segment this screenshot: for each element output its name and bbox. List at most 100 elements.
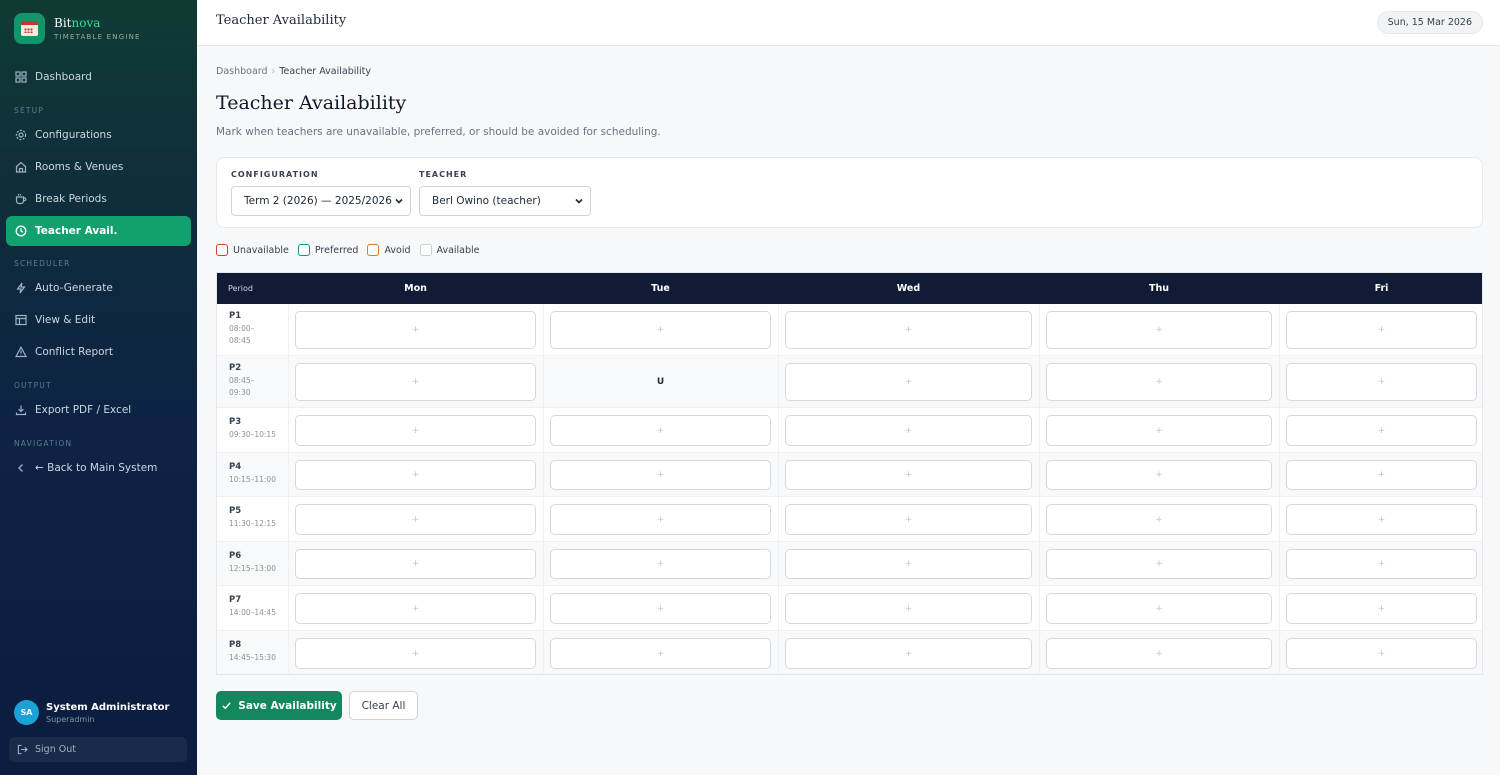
configuration-select[interactable]: Term 2 (2026) — 2025/2026 bbox=[231, 186, 411, 216]
period-time: 09:30–10:15 bbox=[229, 430, 276, 439]
availability-slot-wed-p2[interactable]: + bbox=[785, 363, 1032, 401]
lightning-icon bbox=[15, 282, 27, 294]
availability-slot-wed-p8[interactable]: + bbox=[785, 638, 1032, 669]
sidebar-item-label: Break Periods bbox=[35, 193, 107, 205]
availability-slot-fri-p3[interactable]: + bbox=[1286, 415, 1477, 446]
breadcrumb-link-dashboard[interactable]: Dashboard bbox=[216, 66, 268, 77]
section-label-setup: SETUP bbox=[14, 106, 45, 115]
availability-grid: Period Mon Tue Wed Thu Fri P1 08:00–08:45 + + + +… bbox=[216, 272, 1483, 675]
sidebar-item-back[interactable]: ← Back to Main System bbox=[6, 453, 191, 483]
availability-slot-thu-p3[interactable]: + bbox=[1046, 415, 1272, 446]
brand[interactable]: Bitnova TIMETABLE ENGINE bbox=[14, 13, 141, 44]
legend-swatch bbox=[367, 244, 380, 256]
availability-slot-mon-p5[interactable]: + bbox=[295, 504, 536, 535]
availability-slot-fri-p1[interactable]: + bbox=[1286, 311, 1477, 349]
sidebar-item-label: Teacher Avail. bbox=[35, 225, 118, 237]
sidebar-item-label: View & Edit bbox=[35, 314, 96, 326]
sidebar-item-breaks[interactable]: Break Periods bbox=[6, 184, 191, 214]
day-column-header: Wed bbox=[896, 283, 921, 294]
availability-slot-tue-p7[interactable]: + bbox=[550, 593, 771, 624]
logout-icon bbox=[17, 744, 28, 755]
availability-slot-thu-p8[interactable]: + bbox=[1046, 638, 1272, 669]
availability-slot-fri-p8[interactable]: + bbox=[1286, 638, 1477, 669]
period-column-header: Period bbox=[228, 284, 253, 293]
availability-slot-thu-p7[interactable]: + bbox=[1046, 593, 1272, 624]
availability-slot-mon-p6[interactable]: + bbox=[295, 549, 536, 579]
period-row: P2 08:45–09:30 + U + + + bbox=[217, 356, 1482, 408]
availability-slot-fri-p6[interactable]: + bbox=[1286, 549, 1477, 579]
sidebar-item-conflict-report[interactable]: Conflict Report bbox=[6, 337, 191, 367]
legend-label: Preferred bbox=[314, 244, 359, 256]
legend-label: Avoid bbox=[384, 244, 411, 256]
period-label: P6 12:15–13:00 bbox=[229, 551, 289, 575]
period-time: 10:15–11:00 bbox=[229, 475, 276, 484]
period-time: 14:45–15:30 bbox=[229, 653, 276, 662]
period-label: P1 08:00–08:45 bbox=[229, 311, 261, 347]
availability-slot-mon-p2[interactable]: + bbox=[295, 363, 536, 401]
legend-item: Available bbox=[419, 244, 480, 256]
availability-slot-tue-p3[interactable]: + bbox=[550, 415, 771, 446]
column-divider bbox=[543, 304, 544, 674]
period-label: P3 09:30–10:15 bbox=[229, 417, 289, 441]
legend-label: Available bbox=[436, 244, 480, 256]
day-column-header: Tue bbox=[651, 283, 670, 294]
chevron-left-icon bbox=[15, 462, 27, 474]
period-row: P1 08:00–08:45 + + + + + bbox=[217, 304, 1482, 356]
sidebar-item-configurations[interactable]: Configurations bbox=[6, 120, 191, 150]
sidebar-item-auto-generate[interactable]: Auto-Generate bbox=[6, 273, 191, 303]
availability-slot-wed-p7[interactable]: + bbox=[785, 593, 1032, 624]
period-name: P7 bbox=[229, 595, 242, 605]
availability-slot-mon-p8[interactable]: + bbox=[295, 638, 536, 669]
availability-slot-wed-p3[interactable]: + bbox=[785, 415, 1032, 446]
availability-slot-tue-p6[interactable]: + bbox=[550, 549, 771, 579]
availability-slot-mon-p1[interactable]: + bbox=[295, 311, 536, 349]
sidebar-item-teacher-availability[interactable]: Teacher Avail. bbox=[6, 216, 191, 246]
section-label-navigation: NAVIGATION bbox=[14, 439, 73, 448]
availability-slot-tue-p8[interactable]: + bbox=[550, 638, 771, 669]
period-name: P1 bbox=[229, 311, 242, 321]
period-time: 11:30–12:15 bbox=[229, 519, 276, 528]
clear-all-button[interactable]: Clear All bbox=[349, 691, 418, 720]
availability-slot-fri-p2[interactable]: + bbox=[1286, 363, 1477, 401]
day-column-header: Thu bbox=[1148, 283, 1169, 294]
availability-slot-tue-p5[interactable]: + bbox=[550, 504, 771, 535]
availability-slot-wed-p6[interactable]: + bbox=[785, 549, 1032, 579]
sidebar-item-export[interactable]: Export PDF / Excel bbox=[6, 395, 191, 425]
availability-slot-tue-p4[interactable]: + bbox=[550, 460, 771, 490]
availability-slot-thu-p5[interactable]: + bbox=[1046, 504, 1272, 535]
save-availability-button[interactable]: Save Availability bbox=[216, 691, 342, 720]
availability-slot-mon-p7[interactable]: + bbox=[295, 593, 536, 624]
gear-icon bbox=[15, 129, 27, 141]
availability-slot-wed-p5[interactable]: + bbox=[785, 504, 1032, 535]
availability-slot-fri-p4[interactable]: + bbox=[1286, 460, 1477, 490]
availability-slot-thu-p1[interactable]: + bbox=[1046, 311, 1272, 349]
section-label-scheduler: SCHEDULER bbox=[14, 259, 71, 268]
availability-slot-fri-p5[interactable]: + bbox=[1286, 504, 1477, 535]
availability-slot-wed-p4[interactable]: + bbox=[785, 460, 1032, 490]
availability-slot-wed-p1[interactable]: + bbox=[785, 311, 1032, 349]
home-icon bbox=[15, 161, 27, 173]
column-divider bbox=[1279, 304, 1280, 674]
sign-out-button[interactable]: Sign Out bbox=[9, 737, 187, 762]
column-divider bbox=[1039, 304, 1040, 674]
column-divider bbox=[778, 304, 779, 674]
availability-slot-mon-p3[interactable]: + bbox=[295, 415, 536, 446]
sidebar-item-view-edit[interactable]: View & Edit bbox=[6, 305, 191, 335]
availability-slot-thu-p2[interactable]: + bbox=[1046, 363, 1272, 401]
availability-slot-mon-p4[interactable]: + bbox=[295, 460, 536, 490]
sidebar-item-rooms[interactable]: Rooms & Venues bbox=[6, 152, 191, 182]
page-description: Mark when teachers are unavailable, pref… bbox=[216, 126, 661, 138]
availability-slot-thu-p6[interactable]: + bbox=[1046, 549, 1272, 579]
sign-out-label: Sign Out bbox=[35, 744, 76, 755]
teacher-value: Berl Owino (teacher) bbox=[432, 195, 541, 207]
section-label-output: OUTPUT bbox=[14, 381, 52, 390]
availability-slot-fri-p7[interactable]: + bbox=[1286, 593, 1477, 624]
period-row: P5 11:30–12:15 + + + + + bbox=[217, 497, 1482, 542]
sidebar-item-label: Auto-Generate bbox=[35, 282, 113, 294]
availability-slot-tue-p2[interactable]: U bbox=[550, 363, 771, 401]
teacher-select[interactable]: Berl Owino (teacher) bbox=[419, 186, 591, 216]
availability-slot-tue-p1[interactable]: + bbox=[550, 311, 771, 349]
user-name: System Administrator bbox=[46, 701, 170, 713]
availability-slot-thu-p4[interactable]: + bbox=[1046, 460, 1272, 490]
sidebar-item-dashboard[interactable]: Dashboard bbox=[6, 62, 191, 92]
